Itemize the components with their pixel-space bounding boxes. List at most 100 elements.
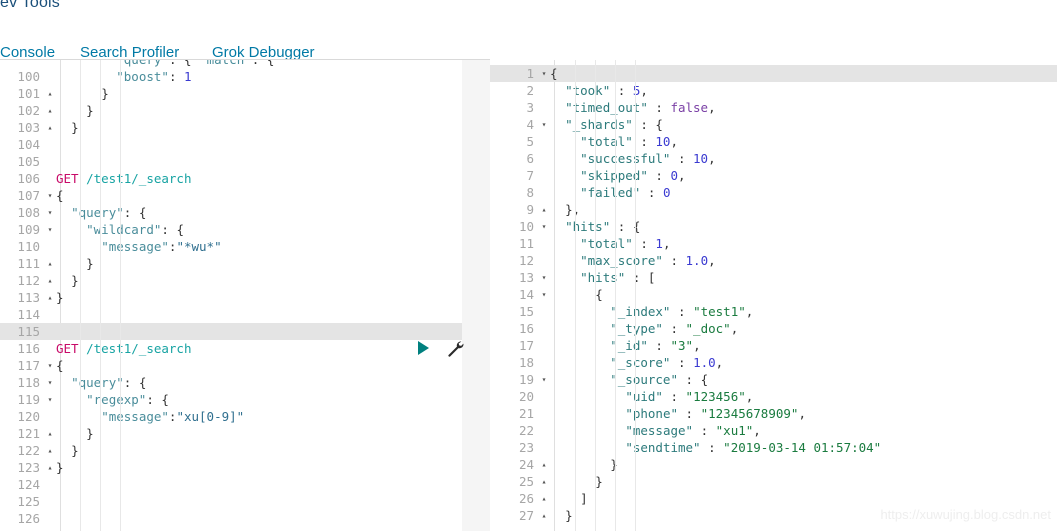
request-editor-code[interactable]: "query": { "match": {100 "boost": 1101▴ … xyxy=(0,60,462,531)
fold-marker-icon[interactable]: ▾ xyxy=(538,269,550,286)
code-line: 101 ▴ } xyxy=(0,85,462,102)
fold-marker-icon[interactable]: ▴ xyxy=(44,272,56,289)
code-text: } xyxy=(71,273,79,288)
code-text: "took" : 5, xyxy=(565,83,648,98)
line-number: 16 xyxy=(518,321,534,336)
code-line: 125 xyxy=(0,493,462,510)
code-line: 108 ▾ "query": { xyxy=(0,204,462,221)
line-number: 13 xyxy=(518,270,534,285)
fold-marker-icon[interactable]: ▴ xyxy=(44,119,56,136)
line-number: 114 xyxy=(17,307,40,322)
line-number: 112 xyxy=(17,273,40,288)
response-viewer-code: 1 ▾{2 "took" : 5, 3 "timed_out" : false, 4 ▾… xyxy=(490,60,1057,531)
wrench-icon[interactable] xyxy=(446,339,464,362)
line-number: 103 xyxy=(17,120,40,135)
code-text: "skipped" : 0, xyxy=(580,168,686,183)
code-text: } xyxy=(565,508,573,523)
code-text: "_source" : { xyxy=(610,372,709,387)
page-title: ev Tools xyxy=(0,0,61,11)
fold-marker-icon[interactable]: ▴ xyxy=(44,102,56,119)
code-text: { xyxy=(56,358,64,373)
code-text: } xyxy=(56,460,64,475)
code-text: "_type" : "_doc", xyxy=(610,321,739,336)
fold-marker-icon[interactable]: ▾ xyxy=(538,286,550,303)
fold-marker-icon[interactable]: ▴ xyxy=(538,201,550,218)
indent-guide xyxy=(100,60,101,531)
code-text: } xyxy=(71,120,79,135)
fold-marker-icon[interactable]: ▴ xyxy=(44,255,56,272)
fold-marker-icon[interactable]: ▴ xyxy=(538,490,550,507)
line-number: 104 xyxy=(17,137,40,152)
fold-marker-icon[interactable]: ▾ xyxy=(538,65,550,82)
line-number: 122 xyxy=(17,443,40,458)
fold-marker-icon[interactable]: ▴ xyxy=(44,425,56,442)
code-text: ] xyxy=(580,491,588,506)
line-number: 7 xyxy=(526,168,534,183)
code-line: 100 "boost": 1 xyxy=(0,68,462,85)
fold-marker-icon[interactable]: ▾ xyxy=(538,218,550,235)
play-icon[interactable] xyxy=(418,341,429,355)
code-text: "_shards" : { xyxy=(565,117,663,132)
fold-marker-icon[interactable]: ▾ xyxy=(44,204,56,221)
fold-marker-icon[interactable]: ▾ xyxy=(538,116,550,133)
code-text: { xyxy=(56,188,64,203)
code-text: } xyxy=(56,290,64,305)
indent-guide xyxy=(635,60,636,531)
line-number: 108 xyxy=(17,205,40,220)
code-text: "boost": 1 xyxy=(116,69,192,84)
code-line: 109 ▾ "wildcard": { xyxy=(0,221,462,238)
line-number: 101 xyxy=(17,86,40,101)
line-number: 121 xyxy=(17,426,40,441)
code-text: "_id" : "3", xyxy=(610,338,701,353)
code-text: { xyxy=(550,66,558,81)
code-text: } xyxy=(86,256,94,271)
indent-guide xyxy=(595,60,596,531)
line-number: 119 xyxy=(17,392,40,407)
code-text: "sendtime" : "2019-03-14 01:57:04" xyxy=(625,440,882,455)
line-number: 107 xyxy=(17,188,40,203)
fold-marker-icon[interactable]: ▴ xyxy=(44,85,56,102)
code-line: 105 xyxy=(0,153,462,170)
fold-marker-icon[interactable]: ▴ xyxy=(44,442,56,459)
line-number: 25 xyxy=(518,474,534,489)
line-number: 110 xyxy=(17,239,40,254)
code-text: "_index" : "test1", xyxy=(610,304,754,319)
indent-guide xyxy=(120,60,121,531)
fold-marker-icon[interactable]: ▴ xyxy=(538,473,550,490)
response-viewer[interactable]: 1 ▾{2 "took" : 5, 3 "timed_out" : false, 4 ▾… xyxy=(490,60,1057,531)
code-line: 103 ▴ } xyxy=(0,119,462,136)
fold-marker-icon[interactable]: ▴ xyxy=(44,289,56,306)
pane-divider[interactable] xyxy=(462,60,490,531)
line-number: 125 xyxy=(17,494,40,509)
code-text: "message" : "xu1", xyxy=(625,423,761,438)
code-line: 118 ▾ "query": { xyxy=(0,374,462,391)
code-line: 102 ▴ } xyxy=(0,102,462,119)
fold-marker-icon[interactable]: ▾ xyxy=(44,391,56,408)
line-number: 15 xyxy=(518,304,534,319)
code-line: 111 ▴ } xyxy=(0,255,462,272)
line-number: 5 xyxy=(526,134,534,149)
line-number: 18 xyxy=(518,355,534,370)
line-number: 27 xyxy=(518,508,534,523)
fold-marker-icon[interactable]: ▾ xyxy=(44,221,56,238)
code-line: 113 ▴} xyxy=(0,289,462,306)
code-text: "phone" : "12345678909", xyxy=(625,406,806,421)
fold-marker-icon[interactable]: ▴ xyxy=(538,456,550,473)
fold-marker-icon[interactable]: ▾ xyxy=(538,371,550,388)
line-number: 113 xyxy=(17,290,40,305)
code-text: "regexp": { xyxy=(86,392,169,407)
code-line: 112 ▴ } xyxy=(0,272,462,289)
request-editor[interactable]: "query": { "match": {100 "boost": 1101▴ … xyxy=(0,60,462,531)
fold-marker-icon[interactable]: ▾ xyxy=(44,187,56,204)
code-text: "uid" : "123456", xyxy=(625,389,754,404)
fold-marker-icon[interactable]: ▴ xyxy=(538,507,550,524)
code-line-partial: "query": { "match": { xyxy=(0,60,462,68)
code-line: 121 ▴ } xyxy=(0,425,462,442)
line-number: 10 xyxy=(518,219,534,234)
line-number: 102 xyxy=(17,103,40,118)
fold-marker-icon[interactable]: ▴ xyxy=(44,459,56,476)
code-text: "query": { xyxy=(71,205,147,220)
fold-marker-icon[interactable]: ▾ xyxy=(44,357,56,374)
line-number: 23 xyxy=(518,440,534,455)
fold-marker-icon[interactable]: ▾ xyxy=(44,374,56,391)
